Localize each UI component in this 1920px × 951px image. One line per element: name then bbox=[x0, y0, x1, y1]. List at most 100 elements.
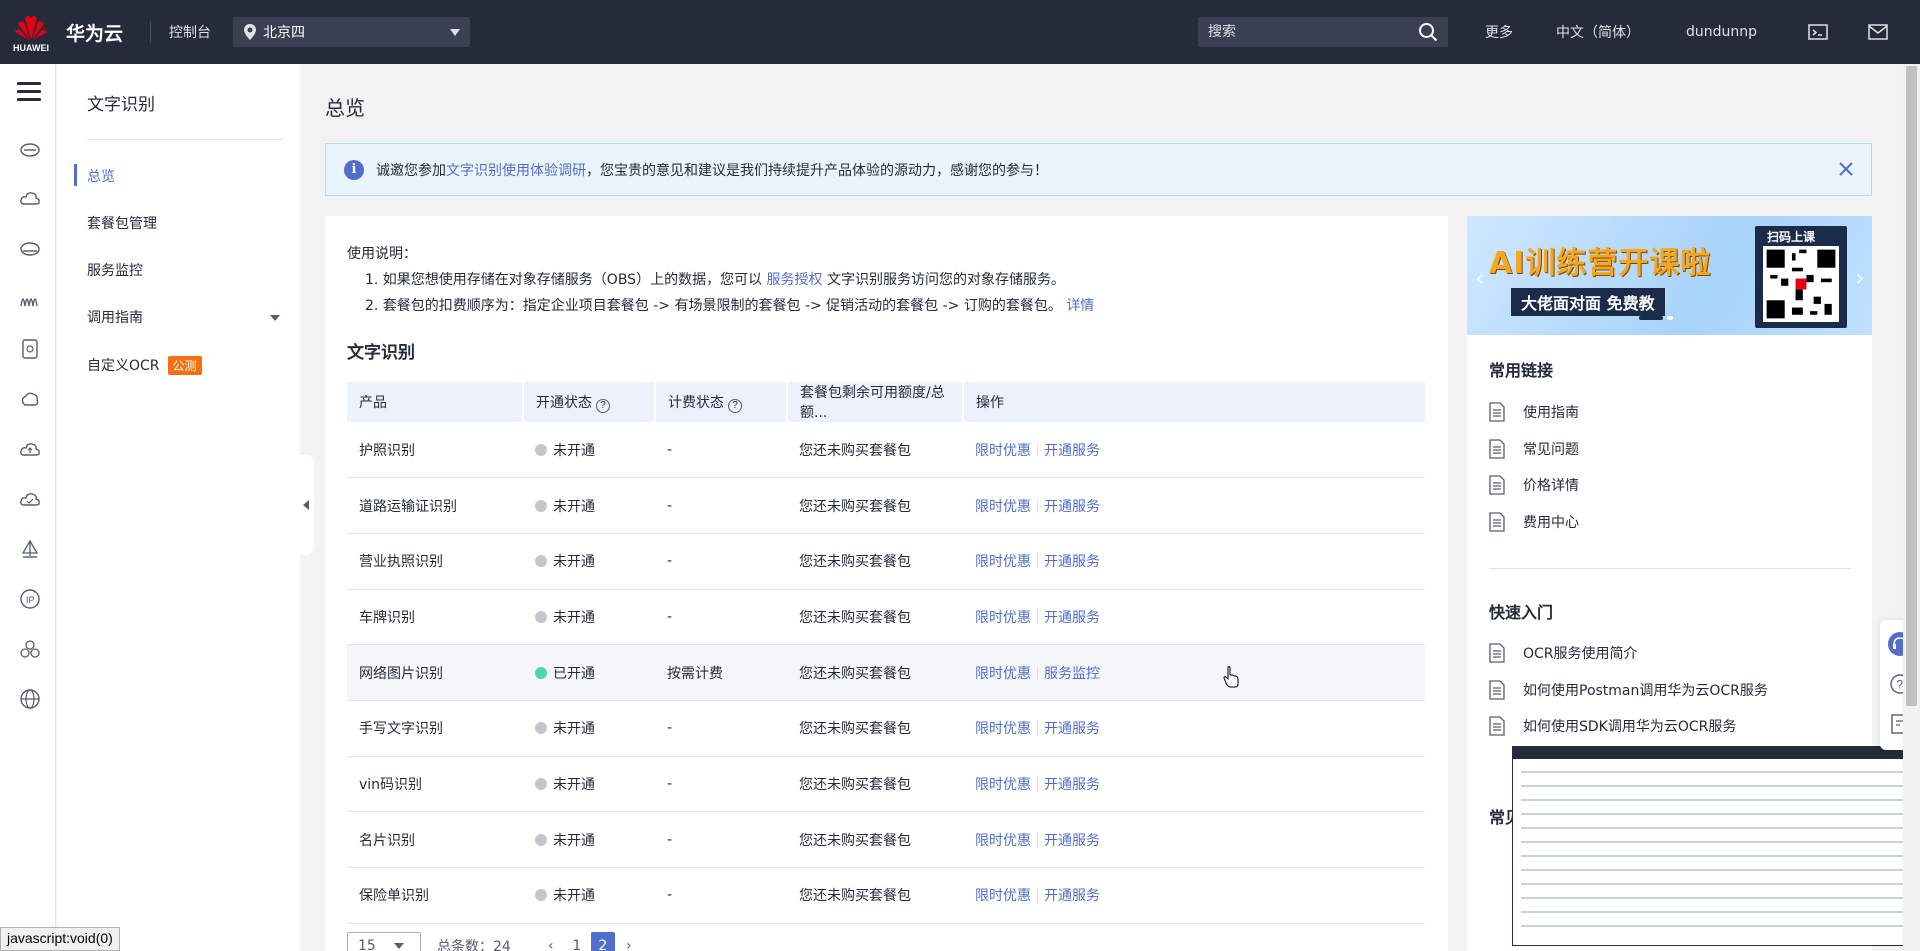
ocr-overview-card: 使用说明： 1. 如果您想使用存储在对象存储服务（OBS）上的数据，您可以 服务… bbox=[325, 216, 1448, 951]
promotion-link[interactable]: 限时优惠 bbox=[975, 888, 1031, 904]
sidebar-item-overview[interactable]: 总览 bbox=[87, 166, 115, 186]
activate-service-link[interactable]: 开通服务 bbox=[1044, 721, 1100, 737]
promotion-link[interactable]: 限时优惠 bbox=[975, 554, 1031, 570]
console-link[interactable]: 控制台 bbox=[169, 22, 211, 42]
survey-link[interactable]: 文字识别使用体验调研 bbox=[446, 160, 586, 180]
huawei-logo[interactable]: HUAWEI bbox=[0, 0, 62, 64]
chevron-left-icon[interactable]: ‹ bbox=[1475, 264, 1485, 292]
sidebar-item-package-management[interactable]: 套餐包管理 bbox=[87, 213, 157, 233]
region-selector[interactable]: 北京四 bbox=[233, 17, 470, 47]
page-2-button[interactable]: 2 bbox=[590, 932, 615, 951]
activation-status: 未开通 bbox=[523, 756, 655, 812]
activate-service-link[interactable]: 开通服务 bbox=[1044, 443, 1100, 459]
promotion-link[interactable]: 限时优惠 bbox=[975, 443, 1031, 459]
activation-status: 未开通 bbox=[523, 868, 655, 924]
cluster-icon[interactable] bbox=[19, 638, 41, 660]
terminal-icon[interactable] bbox=[1808, 22, 1828, 42]
details-link[interactable]: 详情 bbox=[1066, 298, 1094, 314]
document-icon bbox=[1489, 438, 1505, 459]
promotion-link[interactable]: 限时优惠 bbox=[975, 610, 1031, 626]
help-icon[interactable]: ? bbox=[596, 398, 610, 413]
sidebar-item-api-guide[interactable]: 调用指南 bbox=[87, 307, 143, 327]
cloud-server-icon[interactable] bbox=[19, 188, 41, 210]
chevron-right-icon[interactable]: › bbox=[1855, 264, 1865, 292]
network-wave-icon[interactable] bbox=[19, 288, 41, 310]
more-menu[interactable]: 更多 bbox=[1485, 0, 1513, 64]
package-quota: 您还未购买套餐包 bbox=[787, 812, 963, 868]
brand-name[interactable]: 华为云 bbox=[66, 19, 150, 46]
product-label: 保险单识别 bbox=[359, 888, 429, 905]
promotion-link[interactable]: 限时优惠 bbox=[975, 666, 1031, 682]
beta-badge: 公测 bbox=[167, 355, 202, 375]
column-header-product: 产品 bbox=[347, 382, 524, 422]
quota-label: 您还未购买套餐包 bbox=[799, 665, 911, 682]
prev-page-icon[interactable]: ‹ bbox=[539, 932, 563, 951]
section-title: 文字识别 bbox=[347, 343, 415, 363]
page-1-button[interactable]: 1 bbox=[565, 932, 589, 951]
next-page-icon[interactable]: › bbox=[617, 932, 641, 951]
page-preview-thumbnail[interactable] bbox=[1512, 746, 1914, 946]
activation-status: 未开通 bbox=[523, 533, 655, 589]
carousel-dot[interactable] bbox=[1639, 316, 1663, 320]
activate-service-link[interactable]: 开通服务 bbox=[1044, 610, 1100, 626]
menu-icon[interactable] bbox=[17, 82, 41, 102]
service-monitor-link[interactable]: 服务监控 bbox=[1044, 666, 1100, 682]
divider bbox=[1037, 665, 1038, 680]
usage-line-2: 2. 套餐包的扣费顺序为：指定企业项目套餐包 -> 有场景限制的套餐包 -> 促… bbox=[347, 293, 1094, 319]
huawei-flower-icon bbox=[15, 15, 47, 40]
carousel-dot[interactable] bbox=[1667, 316, 1673, 320]
column-header-status: 开通状态? bbox=[523, 382, 656, 422]
quick-start-link-1[interactable]: 如何使用Postman调用华为云OCR服务 bbox=[1489, 679, 1768, 700]
service-authorization-link[interactable]: 服务授权 bbox=[767, 272, 823, 288]
billing-label: 按需计费 bbox=[667, 665, 723, 682]
activate-service-link[interactable]: 开通服务 bbox=[1044, 833, 1100, 849]
common-link-1[interactable]: 常见问题 bbox=[1489, 438, 1579, 459]
search-box[interactable] bbox=[1198, 17, 1448, 47]
activate-service-link[interactable]: 开通服务 bbox=[1044, 554, 1100, 570]
quick-start-link-0[interactable]: OCR服务使用简介 bbox=[1489, 643, 1638, 663]
help-icon[interactable]: ? bbox=[728, 398, 742, 413]
document-icon bbox=[1489, 402, 1505, 422]
activate-service-link[interactable]: 开通服务 bbox=[1044, 888, 1100, 904]
logo-text: HUAWEI bbox=[13, 42, 49, 53]
chevron-down-icon[interactable] bbox=[270, 315, 280, 321]
page-size-select[interactable]: 15 bbox=[347, 932, 421, 951]
globe-icon[interactable] bbox=[19, 688, 41, 710]
search-input[interactable] bbox=[1208, 24, 1418, 40]
ip-icon[interactable]: IP bbox=[19, 588, 41, 610]
promotion-link[interactable]: 限时优惠 bbox=[975, 777, 1031, 793]
common-link-2[interactable]: 价格详情 bbox=[1489, 475, 1579, 495]
activate-service-link[interactable]: 开通服务 bbox=[1044, 777, 1100, 793]
language-selector[interactable]: 中文（简体） bbox=[1556, 0, 1640, 64]
close-icon[interactable] bbox=[1837, 160, 1855, 178]
search-icon[interactable] bbox=[1418, 22, 1438, 42]
mail-icon[interactable] bbox=[1868, 22, 1888, 42]
promo-banner[interactable]: ‹ AI训练营开课啦 大佬面对面 免费教 扫码上课 › bbox=[1467, 216, 1872, 335]
sail-icon[interactable] bbox=[19, 538, 41, 560]
carousel-dots[interactable] bbox=[1639, 316, 1677, 320]
billing-label: - bbox=[667, 608, 673, 625]
row-actions: 限时优惠 开通服务 bbox=[963, 589, 1425, 645]
sidebar-collapse-button[interactable] bbox=[298, 455, 314, 555]
sidebar-item-service-monitoring[interactable]: 服务监控 bbox=[87, 260, 143, 280]
container-icon[interactable] bbox=[19, 338, 41, 360]
database-icon[interactable] bbox=[19, 388, 41, 410]
user-menu[interactable]: dundunnp bbox=[1686, 0, 1757, 64]
common-link-0[interactable]: 使用指南 bbox=[1489, 402, 1579, 422]
compute-icon[interactable] bbox=[19, 138, 41, 160]
promotion-link[interactable]: 限时优惠 bbox=[975, 721, 1031, 737]
cloud-check-icon[interactable] bbox=[19, 488, 41, 510]
promotion-link[interactable]: 限时优惠 bbox=[975, 833, 1031, 849]
page-scrollbar[interactable] bbox=[1903, 64, 1920, 951]
promotion-link[interactable]: 限时优惠 bbox=[975, 499, 1031, 515]
status-dot-icon bbox=[535, 777, 547, 790]
activate-service-link[interactable]: 开通服务 bbox=[1044, 499, 1100, 515]
row-actions: 限时优惠 开通服务 bbox=[963, 533, 1425, 589]
quick-start-link-2[interactable]: 如何使用SDK调用华为云OCR服务 bbox=[1489, 716, 1736, 736]
cloud-upload-icon[interactable] bbox=[19, 438, 41, 460]
storage-icon[interactable] bbox=[19, 238, 41, 260]
product-name: 营业执照识别 bbox=[347, 533, 523, 589]
link-label: 费用中心 bbox=[1523, 514, 1579, 531]
common-link-3[interactable]: 费用中心 bbox=[1489, 511, 1579, 532]
sidebar-item-custom-ocr[interactable]: 自定义OCR 公测 bbox=[87, 355, 202, 375]
